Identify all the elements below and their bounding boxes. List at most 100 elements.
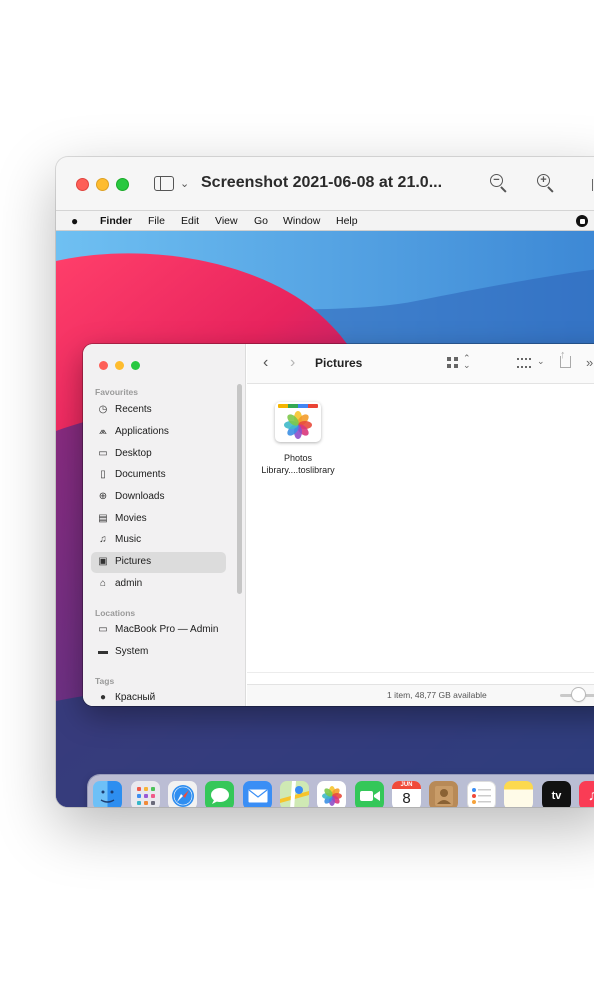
sidebar-item-label: Pictures xyxy=(115,556,152,567)
facetime-icon[interactable] xyxy=(355,781,384,807)
forward-icon[interactable]: › xyxy=(290,354,295,372)
menu-edit[interactable]: Edit xyxy=(181,215,199,227)
finder-close-button[interactable] xyxy=(99,361,108,370)
icon-size-slider-knob[interactable] xyxy=(572,688,585,701)
photos-icon[interactable] xyxy=(317,781,346,807)
finder-toolbar: ‹ › Pictures ⌃⌄ ⌄ » xyxy=(247,344,594,384)
finder-zoom-button[interactable] xyxy=(131,361,140,370)
close-button[interactable] xyxy=(76,178,89,191)
disk-icon: ▬ xyxy=(98,646,108,657)
zoom-out-icon[interactable]: − xyxy=(489,173,509,193)
launchpad-icon[interactable] xyxy=(131,781,160,807)
finder-window: Favourites ◷ Recents ⩕ Applications ▭ De… xyxy=(83,344,594,706)
finder-icon[interactable] xyxy=(93,781,122,807)
dock: JUN 8 tv ♫ xyxy=(88,775,594,807)
calendar-icon[interactable]: JUN 8 xyxy=(392,781,421,807)
group-icon[interactable] xyxy=(517,358,531,368)
file-name: Photos Library....toslibrary xyxy=(257,452,339,476)
screen-record-icon[interactable] xyxy=(576,215,588,227)
maps-icon[interactable] xyxy=(280,781,309,807)
sidebar-item-label: MacBook Pro — Admin xyxy=(115,624,219,635)
messages-icon[interactable] xyxy=(205,781,234,807)
file-name-line2: Library....toslibrary xyxy=(261,465,335,475)
home-icon: ⌂ xyxy=(99,578,107,589)
window-title: Screenshot 2021-06-08 at 21.0... xyxy=(201,174,443,191)
sidebar-item-label: Applications xyxy=(115,426,169,437)
sidebar-item-pictures[interactable]: ▣ Pictures xyxy=(91,552,226,573)
reminders-icon[interactable] xyxy=(467,781,496,807)
calendar-day: 8 xyxy=(402,790,411,807)
music-app-icon[interactable]: ♫ xyxy=(579,781,594,807)
desktop-wallpaper: Favourites ◷ Recents ⩕ Applications ▭ De… xyxy=(56,231,594,807)
sidebar-item-admin[interactable]: ⌂ admin xyxy=(91,574,226,595)
apple-tv-label: tv xyxy=(551,789,562,802)
photos-library-icon xyxy=(275,402,321,442)
sidebar-scrollbar[interactable] xyxy=(237,384,242,594)
sidebar-item-movies[interactable]: ▤ Movies xyxy=(91,509,226,530)
clock-icon: ◷ xyxy=(98,404,108,415)
apple-tv-icon[interactable]: tv xyxy=(542,781,571,807)
zoom-window-button[interactable] xyxy=(116,178,129,191)
mail-icon[interactable] xyxy=(243,781,272,807)
path-bar xyxy=(247,672,594,684)
applications-icon: ⩕ xyxy=(99,426,107,437)
menu-finder[interactable]: Finder xyxy=(100,215,132,227)
preview-window: ⌄ Screenshot 2021-06-08 at 21.0... − + ●… xyxy=(56,157,594,807)
document-icon: ▯ xyxy=(100,469,106,480)
share-icon[interactable] xyxy=(560,349,571,368)
sidebar-item-downloads[interactable]: ⊕ Downloads xyxy=(91,487,226,508)
sidebar-item-label: Красный xyxy=(115,692,156,703)
sidebar-item-documents[interactable]: ▯ Documents xyxy=(91,465,226,486)
menu-window[interactable]: Window xyxy=(283,215,320,227)
locations-heading: Locations xyxy=(95,608,136,618)
photo-icon: ▣ xyxy=(98,556,108,567)
sidebar-item-label: Music xyxy=(115,534,142,545)
preview-toolbar: ⌄ Screenshot 2021-06-08 at 21.0... − + xyxy=(56,157,594,211)
menu-view[interactable]: View xyxy=(215,215,238,227)
sidebar-item-recents[interactable]: ◷ Recents xyxy=(91,400,226,421)
more-icon[interactable]: » xyxy=(586,355,593,370)
calendar-month: JUN xyxy=(392,781,421,789)
finder-title: Pictures xyxy=(315,356,363,370)
icon-view-icon[interactable] xyxy=(447,357,458,368)
sidebar-item-label: admin xyxy=(115,578,143,589)
sidebar-item-applications[interactable]: ⩕ Applications xyxy=(91,422,226,443)
file-photos-library[interactable]: Photos Library....toslibrary xyxy=(257,398,339,488)
finder-sidebar: Favourites ◷ Recents ⩕ Applications ▭ De… xyxy=(83,344,246,706)
download-icon: ⊕ xyxy=(98,491,108,502)
sidebar-item-macbook[interactable]: ▭ MacBook Pro — Admin xyxy=(91,620,226,641)
notes-icon[interactable] xyxy=(504,781,533,807)
finder-minimize-button[interactable] xyxy=(115,361,124,370)
menu-help[interactable]: Help xyxy=(336,215,358,227)
sidebar-item-label: Downloads xyxy=(115,491,165,502)
sidebar-item-label: System xyxy=(115,646,149,657)
apple-icon[interactable]: ● xyxy=(71,214,78,228)
sidebar-item-music[interactable]: ♫ Music xyxy=(91,530,226,551)
file-name-line1: Photos xyxy=(283,453,313,463)
safari-icon[interactable] xyxy=(168,781,197,807)
music-note-icon: ♫ xyxy=(99,534,107,545)
back-icon[interactable]: ‹ xyxy=(263,354,268,372)
finder-content: ‹ › Pictures ⌃⌄ ⌄ » xyxy=(247,344,594,706)
laptop-icon: ▭ xyxy=(98,624,108,635)
macos-menubar: ● Finder File Edit View Go Window Help xyxy=(56,211,594,231)
chevron-down-icon[interactable]: ⌄ xyxy=(537,356,545,367)
desktop-icon: ▭ xyxy=(98,448,108,459)
sidebar-item-label: Movies xyxy=(115,513,147,524)
contacts-icon[interactable] xyxy=(429,781,458,807)
zoom-in-icon[interactable]: + xyxy=(536,173,556,193)
film-icon: ▤ xyxy=(98,513,108,524)
menu-file[interactable]: File xyxy=(148,215,165,227)
sidebar-item-label: Desktop xyxy=(115,448,152,459)
minimize-button[interactable] xyxy=(96,178,109,191)
favourites-heading: Favourites xyxy=(95,387,138,397)
sidebar-item-tag[interactable]: ● Красный xyxy=(91,688,226,706)
tags-heading: Tags xyxy=(95,676,115,686)
chevron-down-icon[interactable]: ⌄ xyxy=(180,177,189,190)
screenshot-image: ● Finder File Edit View Go Window Help F… xyxy=(56,211,594,807)
menu-go[interactable]: Go xyxy=(254,215,268,227)
sidebar-item-desktop[interactable]: ▭ Desktop xyxy=(91,444,226,465)
sidebar-toggle-icon[interactable] xyxy=(154,176,174,191)
view-options-chevron-icon[interactable]: ⌃ ⌄ xyxy=(463,354,471,370)
sidebar-item-system[interactable]: ▬ System xyxy=(91,642,226,663)
